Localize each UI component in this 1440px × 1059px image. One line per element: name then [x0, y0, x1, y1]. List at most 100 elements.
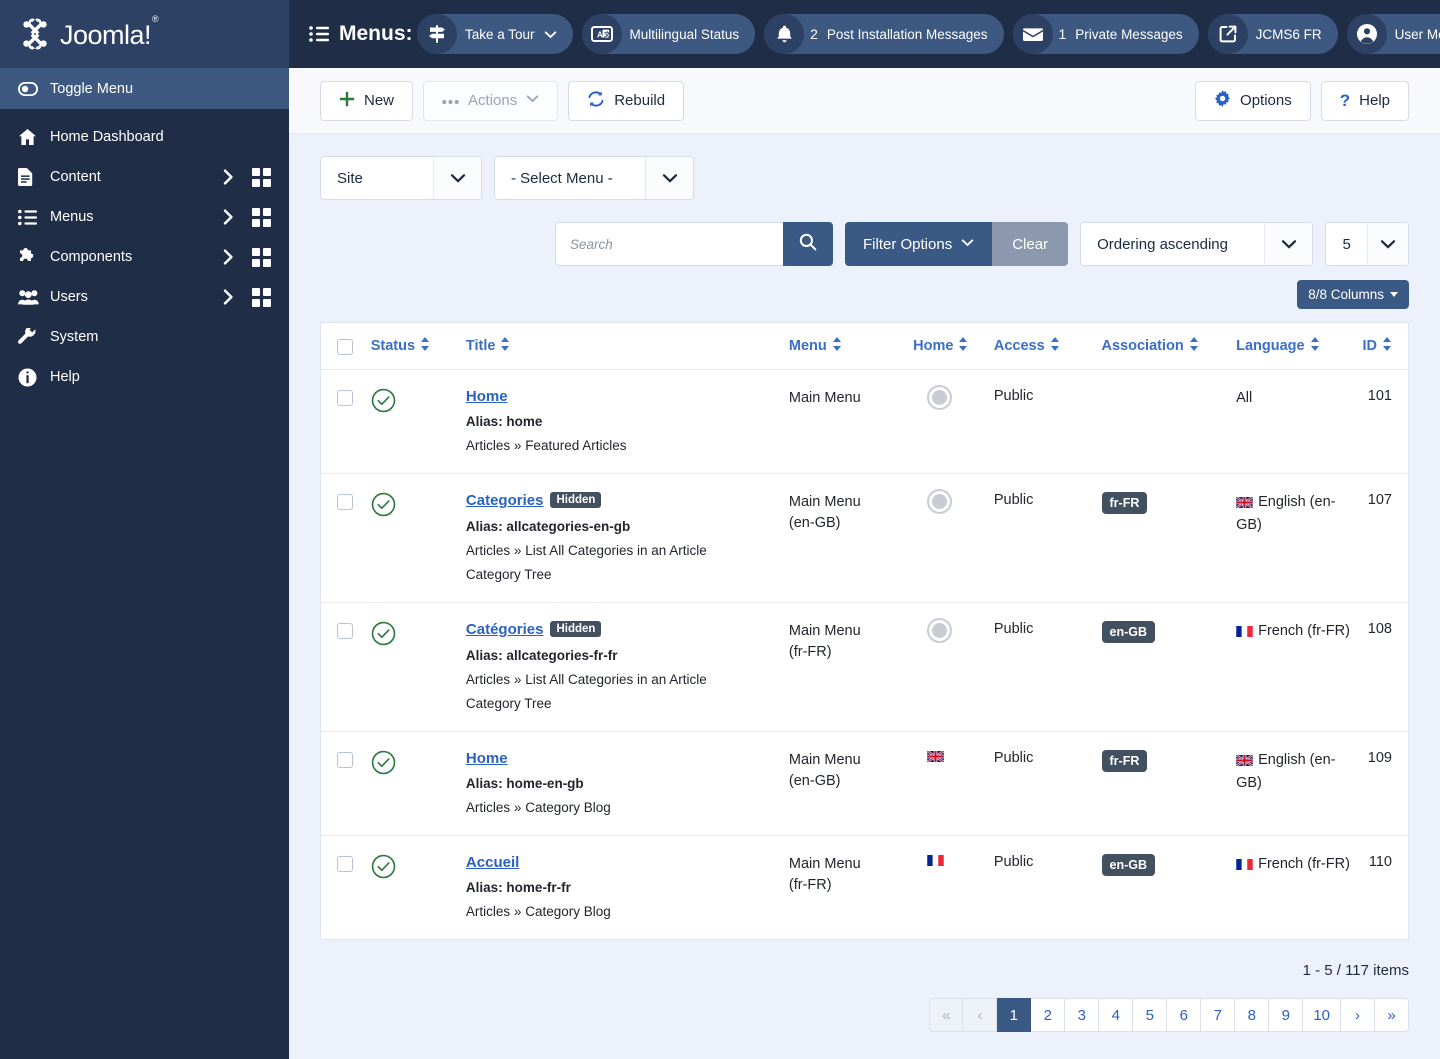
sidebar-item-menus[interactable]: Menus: [0, 197, 289, 237]
chevron-down-icon: [645, 157, 693, 199]
pagination-page-1[interactable]: 1: [997, 998, 1032, 1032]
grid-icon[interactable]: [252, 287, 271, 307]
post-installation-messages-button[interactable]: 2 Post Installation Messages: [764, 14, 1004, 54]
pagination-page-9[interactable]: 9: [1269, 998, 1304, 1032]
grid-icon[interactable]: [252, 247, 271, 267]
row-title-link[interactable]: Home: [466, 388, 508, 405]
rebuild-label: Rebuild: [614, 92, 666, 109]
row-access-cell: Public: [993, 388, 1034, 404]
rebuild-button[interactable]: Rebuild: [568, 80, 685, 121]
row-checkbox[interactable]: [337, 623, 353, 639]
association-badge[interactable]: en-GB: [1101, 854, 1156, 876]
clear-filters-button[interactable]: Clear: [992, 222, 1069, 266]
sort-title[interactable]: Title: [466, 337, 511, 355]
row-checkbox[interactable]: [337, 752, 353, 768]
row-home-cell: [913, 731, 994, 836]
list-bullet-icon: [18, 209, 44, 226]
options-button[interactable]: Options: [1195, 80, 1311, 121]
sidebar-item-system[interactable]: System: [0, 317, 289, 357]
row-checkbox[interactable]: [337, 856, 353, 872]
status-published-icon[interactable]: [371, 492, 396, 521]
association-badge[interactable]: fr-FR: [1101, 750, 1148, 772]
sidebar-item-components[interactable]: Components: [0, 237, 289, 277]
take-a-tour-button[interactable]: Take a Tour: [417, 14, 573, 54]
pagination-page-7[interactable]: 7: [1201, 998, 1236, 1032]
row-checkbox[interactable]: [337, 494, 353, 510]
association-badge[interactable]: fr-FR: [1101, 492, 1148, 514]
pagination-page-3[interactable]: 3: [1065, 998, 1100, 1032]
list-limit-value: 5: [1342, 235, 1351, 253]
sort-access[interactable]: Access: [994, 337, 1060, 355]
menu-select[interactable]: - Select Menu -: [494, 156, 694, 200]
grid-icon[interactable]: [252, 167, 271, 187]
filter-options-button[interactable]: Filter Options: [845, 222, 993, 266]
sidebar-item-home-dashboard[interactable]: Home Dashboard: [0, 117, 289, 157]
actions-button[interactable]: Actions: [423, 80, 559, 121]
association-badge[interactable]: en-GB: [1101, 621, 1156, 643]
sidebar-label: Menus: [50, 209, 94, 225]
pagination-last[interactable]: »: [1375, 998, 1409, 1032]
new-button[interactable]: New: [320, 80, 414, 121]
home-toggle-off-icon[interactable]: [927, 489, 953, 514]
row-language-label: French (fr-FR): [1258, 856, 1350, 872]
sort-home[interactable]: Home: [913, 337, 968, 355]
chevron-right-icon[interactable]: [223, 209, 234, 225]
list-limit-select[interactable]: 5: [1325, 222, 1409, 266]
columns-toggle-button[interactable]: 8/8 Columns: [1297, 280, 1409, 309]
post-install-count: 2: [810, 26, 818, 42]
flag-gb-icon: [926, 750, 945, 766]
chevron-right-icon[interactable]: [223, 249, 234, 265]
ordering-select[interactable]: Ordering ascending: [1080, 222, 1314, 266]
pagination-next[interactable]: ›: [1341, 998, 1375, 1032]
row-title-link[interactable]: Home: [466, 750, 508, 767]
sort-id[interactable]: ID: [1363, 337, 1393, 355]
sidebar-item-content[interactable]: Content: [0, 157, 289, 197]
envelope-icon: [1012, 14, 1053, 54]
sidebar-item-users[interactable]: Users: [0, 277, 289, 317]
home-toggle-off-icon[interactable]: [927, 618, 953, 643]
pagination-page-5[interactable]: 5: [1133, 998, 1168, 1032]
home-toggle-off-icon[interactable]: [927, 385, 953, 410]
private-messages-button[interactable]: 1 Private Messages: [1012, 14, 1199, 54]
row-title-link[interactable]: Accueil: [466, 854, 519, 871]
sort-association[interactable]: Association: [1102, 337, 1199, 355]
site-link-button[interactable]: JCMS6 FR: [1207, 14, 1338, 54]
status-published-icon[interactable]: [371, 854, 396, 883]
sort-menu[interactable]: Menu: [789, 337, 842, 355]
pagination-page-2[interactable]: 2: [1031, 998, 1066, 1032]
pagination-page-6[interactable]: 6: [1167, 998, 1202, 1032]
select-all-checkbox[interactable]: [337, 339, 353, 355]
row-menu-name: Main Menu: [788, 390, 861, 406]
search-input[interactable]: [555, 222, 783, 266]
ordering-select-value: Ordering ascending: [1097, 235, 1228, 253]
sort-status[interactable]: Status: [371, 337, 430, 355]
row-alias: Alias: home-en-gb: [465, 776, 584, 791]
sort-language[interactable]: Language: [1236, 337, 1319, 355]
toolbar-right-group: Options ? Help: [1195, 80, 1409, 121]
status-published-icon[interactable]: [371, 388, 396, 417]
user-menu-button[interactable]: User Menu: [1346, 14, 1440, 54]
chevron-right-icon[interactable]: [223, 169, 234, 185]
grid-icon[interactable]: [252, 207, 271, 227]
help-button[interactable]: ? Help: [1320, 80, 1409, 121]
joomla-logo[interactable]: Joomla!®: [18, 14, 159, 51]
row-select-cell: [321, 473, 371, 603]
row-title-link[interactable]: Categories: [466, 492, 544, 509]
pagination-page-8[interactable]: 8: [1235, 998, 1270, 1032]
chevron-down-icon: [544, 28, 557, 41]
multilingual-status-button[interactable]: A 文 Multilingual Status: [581, 14, 756, 54]
sidebar-toggle-menu[interactable]: Toggle Menu: [0, 68, 289, 109]
status-published-icon[interactable]: [371, 621, 396, 650]
row-language-cell: English (en-GB): [1235, 731, 1350, 836]
site-select[interactable]: Site: [320, 156, 482, 200]
pagination-page-10[interactable]: 10: [1303, 998, 1341, 1032]
sidebar-item-help[interactable]: Help: [0, 357, 289, 397]
row-menu-language: (en-GB): [788, 772, 841, 789]
row-path: Articles » Featured Articles: [465, 438, 627, 453]
search-button[interactable]: [783, 222, 833, 266]
chevron-right-icon[interactable]: [223, 289, 234, 305]
pagination-page-4[interactable]: 4: [1099, 998, 1134, 1032]
row-checkbox[interactable]: [337, 390, 353, 406]
row-title-link[interactable]: Catégories: [466, 621, 544, 638]
status-published-icon[interactable]: [371, 750, 396, 779]
